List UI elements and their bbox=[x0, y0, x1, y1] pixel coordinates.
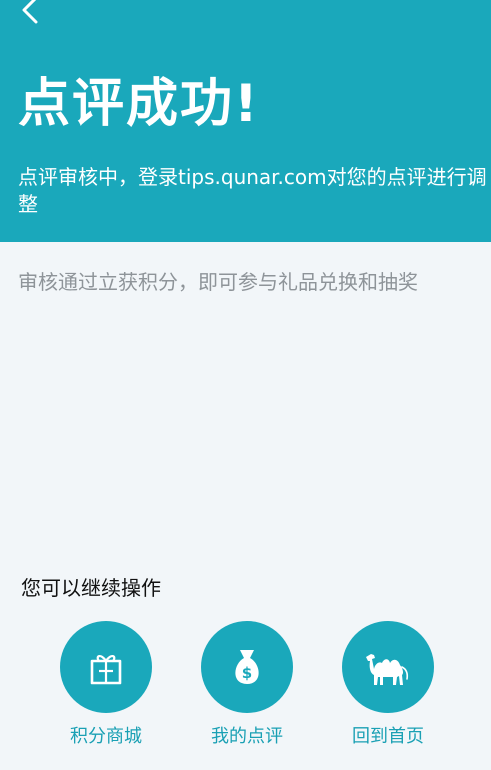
chevron-left-icon bbox=[22, 0, 38, 24]
points-mall-button[interactable]: 积分商城 bbox=[41, 621, 171, 749]
my-reviews-button[interactable]: $ 我的点评 bbox=[182, 621, 312, 749]
back-to-home-label: 回到首页 bbox=[352, 726, 424, 747]
points-mall-label: 积分商城 bbox=[70, 726, 142, 747]
review-status-message: 点评审核中，登录tips.qunar.com对您的点评进行调整 bbox=[18, 165, 487, 216]
money-bag-icon: $ bbox=[235, 650, 259, 684]
points-mall-icon-circle[interactable] bbox=[60, 621, 152, 713]
back-to-home-button[interactable]: 回到首页 bbox=[323, 621, 453, 749]
my-reviews-label: 我的点评 bbox=[211, 726, 283, 747]
camel-icon bbox=[366, 654, 409, 685]
my-reviews-icon-circle[interactable]: $ bbox=[201, 621, 293, 713]
continue-label: 您可以继续操作 bbox=[21, 576, 161, 600]
back-to-home-icon-circle[interactable] bbox=[342, 621, 434, 713]
points-info-text: 审核通过立获积分，即可参与礼品兑换和抽奖 bbox=[18, 270, 418, 294]
back-button[interactable] bbox=[14, 0, 48, 28]
svg-text:$: $ bbox=[242, 664, 252, 682]
header-banner: 点评成功! 点评审核中，登录tips.qunar.com对您的点评进行调整 bbox=[0, 0, 491, 242]
page-title: 点评成功! bbox=[18, 74, 260, 134]
gift-icon bbox=[90, 655, 122, 685]
